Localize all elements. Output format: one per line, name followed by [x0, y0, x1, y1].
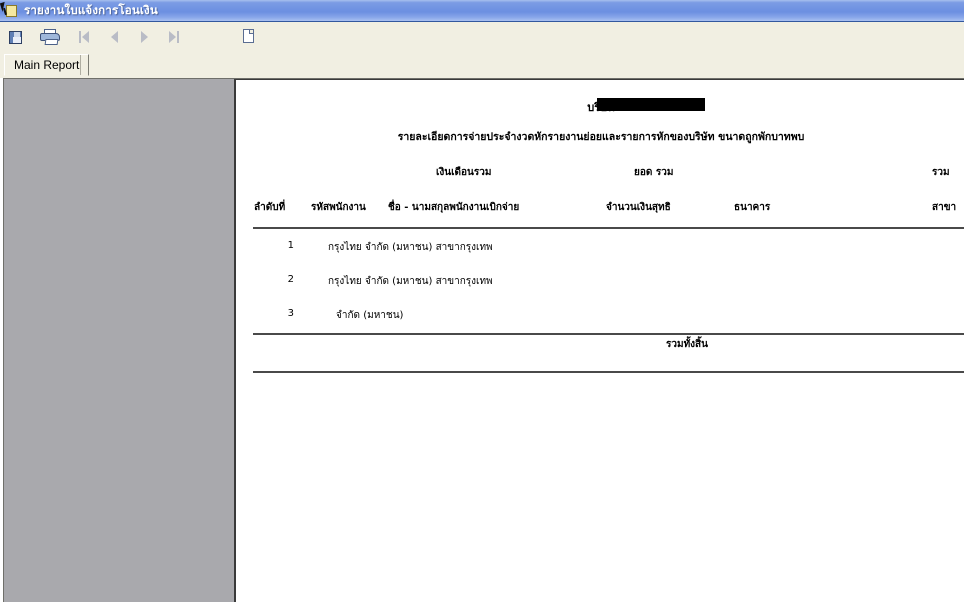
header-rule — [253, 227, 964, 229]
print-report-button[interactable] — [37, 25, 63, 49]
last-page-icon — [169, 31, 179, 43]
column-header-empcode: รหัสพนักงาน — [311, 202, 366, 213]
table-row-1-description: กรุงไทย จำกัด (มหาชน) สาขากรุงเทพ — [328, 242, 493, 253]
column-header-amount: จำนวนเงินสุทธิ — [606, 202, 671, 213]
group-header-2: ยอด รวม — [634, 167, 674, 178]
crystal-report-viewer-window: รายงานใบแจ้งการโอนเงิน Main Report รายละ… — [0, 0, 964, 602]
page-navigation-group — [69, 25, 189, 49]
tab-main-report-label: Main Report — [14, 58, 80, 72]
window-title: รายงานใบแจ้งการโอนเงิน — [24, 2, 158, 17]
column-header-seq: ลำดับที่ — [254, 202, 286, 213]
report-tabstrip: Main Report — [0, 52, 964, 78]
first-page-button[interactable] — [69, 25, 99, 49]
table-row-3-description: จำกัด (มหาชน) — [336, 310, 404, 321]
next-page-button[interactable] — [129, 25, 159, 49]
column-header-bank: ธนาคาร — [734, 202, 771, 213]
table-row-3-number: 3 — [287, 308, 294, 319]
report-toolbar — [0, 22, 964, 52]
total-bottom-rule — [253, 371, 964, 373]
window-titlebar: รายงานใบแจ้งการโอนเงิน — [0, 0, 964, 22]
report-subtitle: รายละเอียดการจ่ายประจำงวดหักรายงานย่อยแล… — [397, 131, 805, 143]
export-report-button[interactable] — [5, 25, 254, 49]
table-row-2-number: 2 — [287, 274, 294, 285]
redaction-bar — [597, 98, 705, 111]
first-page-icon — [79, 31, 89, 43]
report-window-icon — [0, 0, 19, 19]
preview-background — [4, 79, 234, 602]
previous-page-button[interactable] — [99, 25, 129, 49]
table-row-1-number: 1 — [287, 240, 294, 251]
previous-page-icon — [110, 31, 118, 43]
total-label: รวมทั้งสิ้น — [666, 339, 708, 350]
table-row-2-description: กรุงไทย จำกัด (มหาชน) สาขากรุงเทพ — [328, 276, 493, 287]
report-content: บริษัท รายละเอียดการจ่ายประจำงวดหักรายงา… — [236, 80, 964, 602]
total-top-rule — [253, 333, 964, 335]
tab-main-report[interactable]: Main Report — [4, 54, 90, 76]
last-page-button[interactable] — [159, 25, 189, 49]
group-header-3: รวม — [932, 167, 950, 178]
tab-separator — [80, 55, 81, 75]
column-header-branch: สาขา — [932, 202, 957, 213]
report-page[interactable]: บริษัท รายละเอียดการจ่ายประจำงวดหักรายงา… — [234, 79, 964, 602]
next-page-icon — [140, 31, 148, 43]
export-disk-icon — [9, 28, 254, 46]
group-header-1: เงินเดือนรวม — [436, 167, 492, 178]
printer-icon — [40, 29, 60, 45]
column-header-name: ชื่อ - นามสกุลพนักงานเบิกจ่าย — [388, 202, 520, 213]
